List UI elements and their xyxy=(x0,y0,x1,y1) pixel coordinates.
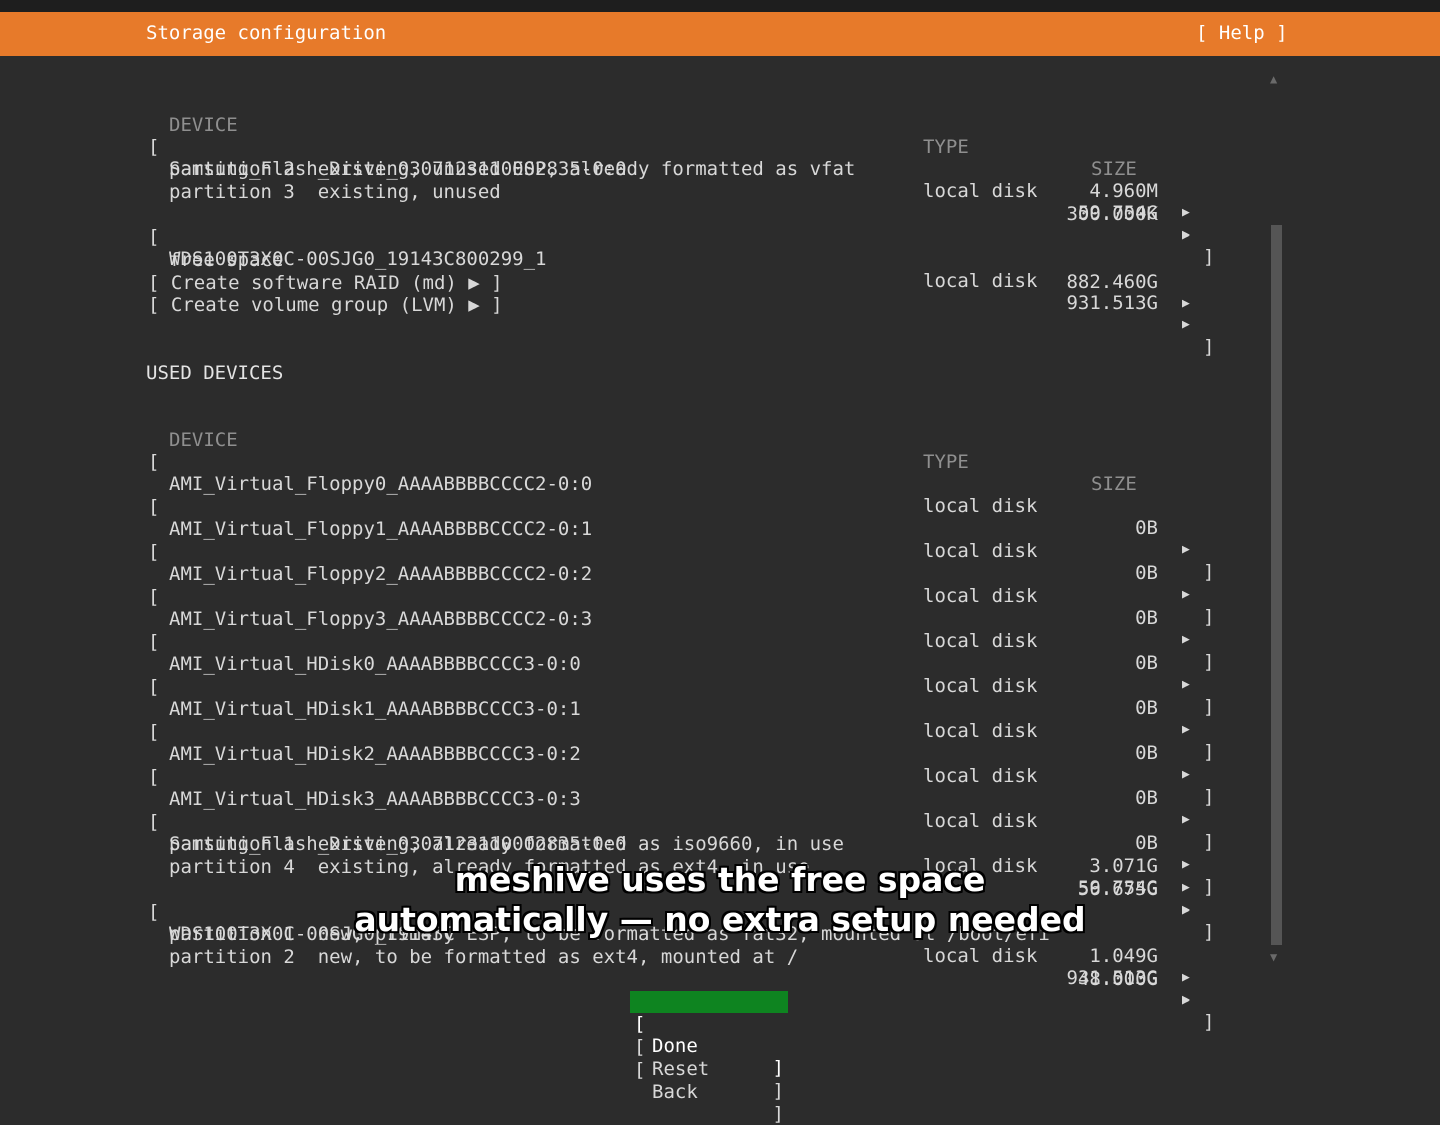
arrow-right-icon: ▶ xyxy=(1182,542,1190,557)
available-header-row: DEVICE TYPE SIZE xyxy=(0,92,1440,180)
arrow-right-icon: ▶ xyxy=(1182,767,1190,782)
scroll-up-icon[interactable]: ▲ xyxy=(1270,72,1277,86)
arrow-right-icon: ▶ xyxy=(1182,317,1190,332)
used-device-row-samsung[interactable]: [ Samsung_Flash_Drive_0307123110002835-0… xyxy=(0,789,1440,943)
device-size: 931.513G xyxy=(1066,292,1158,314)
scroll-down-icon[interactable]: ▼ xyxy=(1270,950,1277,964)
back-button[interactable]: [ Back ] xyxy=(630,1037,788,1125)
reset-button[interactable]: [ Reset ] xyxy=(630,1014,788,1102)
used-device-row[interactable]: [ AMI_Virtual_HDisk0_AAAABBBBCCCC3-0:0 l… xyxy=(0,609,1440,763)
top-strip xyxy=(0,0,1440,12)
open-bracket: [ xyxy=(148,676,160,698)
open-bracket: [ xyxy=(148,586,160,608)
close-bracket: ] xyxy=(772,1057,784,1079)
arrow-right-icon: ▶ xyxy=(1182,632,1190,647)
open-bracket: [ xyxy=(148,541,160,563)
partition-label: partition 3 existing, unused xyxy=(169,181,501,203)
used-device-row[interactable]: [ AMI_Virtual_Floppy2_AAAABBBBCCCC2-0:2 … xyxy=(0,519,1440,673)
open-bracket: [ xyxy=(634,1059,646,1081)
open-bracket: [ xyxy=(148,631,160,653)
create-lvm-button[interactable]: [ Create volume group (LVM) ▶ ] xyxy=(148,294,503,316)
device-row-wds[interactable]: [ WDS100T3X0C-00SJG0_19143C800299_1 loca… xyxy=(0,204,1440,358)
help-button[interactable]: [ Help ] xyxy=(1196,22,1288,44)
open-bracket: [ xyxy=(148,766,160,788)
device-type: local disk xyxy=(923,765,1038,787)
open-bracket: [ xyxy=(148,721,160,743)
arrow-right-icon: ▶ xyxy=(1182,296,1190,311)
col-type: TYPE xyxy=(923,451,969,473)
used-device-row[interactable]: [ AMI_Virtual_HDisk1_AAAABBBBCCCC3-0:1 l… xyxy=(0,654,1440,808)
used-device-row[interactable]: [ AMI_Virtual_Floppy3_AAAABBBBCCCC2-0:3 … xyxy=(0,564,1440,718)
open-bracket: [ xyxy=(148,496,160,518)
device-type: local disk xyxy=(923,540,1038,562)
device-type: local disk xyxy=(923,585,1038,607)
partition-row[interactable]: partition 3 existing, unused 300.000K ▶ xyxy=(0,159,1440,243)
partition-label: partition 2 new, to be formatted as ext4… xyxy=(169,946,799,968)
arrow-right-icon: ▶ xyxy=(1182,993,1190,1008)
caption-line-1: meshive uses the free space xyxy=(454,860,986,899)
close-bracket: ] xyxy=(772,1103,784,1125)
partition-row[interactable]: partition 4 existing, already formatted … xyxy=(0,834,1440,918)
device-type: local disk xyxy=(923,495,1038,517)
back-label: Back xyxy=(652,1081,698,1103)
arrow-right-icon: ▶ xyxy=(1182,722,1190,737)
used-device-row[interactable]: [ AMI_Virtual_Floppy0_AAAABBBBCCCC2-0:0 … xyxy=(0,429,1440,583)
partition-size: 4.960M xyxy=(1089,180,1158,202)
open-bracket: [ xyxy=(148,451,160,473)
create-raid-button[interactable]: [ Create software RAID (md) ▶ ] xyxy=(148,272,503,294)
partition-row[interactable]: partition 1 existing, already formatted … xyxy=(0,811,1440,895)
close-bracket: ] xyxy=(1203,1011,1215,1033)
arrow-right-icon: ▶ xyxy=(1182,587,1190,602)
used-devices-title: USED DEVICES xyxy=(146,362,284,384)
used-device-row[interactable]: [ AMI_Virtual_Floppy1_AAAABBBBCCCC2-0:1 … xyxy=(0,474,1440,628)
used-device-row[interactable]: [ AMI_Virtual_HDisk3_AAAABBBBCCCC3-0:3 l… xyxy=(0,744,1440,898)
device-type: local disk xyxy=(923,945,1038,967)
close-bracket: ] xyxy=(1203,336,1215,358)
header-bar: Storage configuration [ Help ] xyxy=(0,12,1440,56)
free-space-label: free space xyxy=(169,249,284,271)
device-type: local disk xyxy=(923,270,1038,292)
device-row-samsung[interactable]: [ Samsung_Flash_Drive_0307123110002835-0… xyxy=(0,114,1440,268)
close-bracket: ] xyxy=(772,1080,784,1102)
partition-size: 48.000G xyxy=(1077,968,1158,990)
device-type: local disk xyxy=(923,180,1038,202)
device-type: local disk xyxy=(923,720,1038,742)
used-header-row: DEVICE TYPE SIZE xyxy=(0,407,1440,495)
page-title: Storage configuration xyxy=(146,22,387,44)
arrow-right-icon: ▶ xyxy=(1182,970,1190,985)
device-type: local disk xyxy=(923,630,1038,652)
used-device-row[interactable]: [ AMI_Virtual_HDisk2_AAAABBBBCCCC3-0:2 l… xyxy=(0,699,1440,853)
device-type: local disk xyxy=(923,675,1038,697)
reset-label: Reset xyxy=(652,1058,710,1080)
caption-line-2: automatically — no extra setup needed xyxy=(354,900,1086,939)
free-space-size: 882.460G xyxy=(1066,271,1158,293)
free-space-row[interactable]: free space 882.460G ▶ xyxy=(0,227,1440,311)
done-button[interactable]: [ Done ] xyxy=(630,991,788,1079)
scrollbar[interactable] xyxy=(1271,225,1282,945)
partition-row[interactable]: partition 2 existing, unused ESP, alread… xyxy=(0,136,1440,220)
partition-size: 1.049G xyxy=(1089,945,1158,967)
close-bracket: ] xyxy=(1203,246,1215,268)
arrow-right-icon: ▶ xyxy=(1182,677,1190,692)
